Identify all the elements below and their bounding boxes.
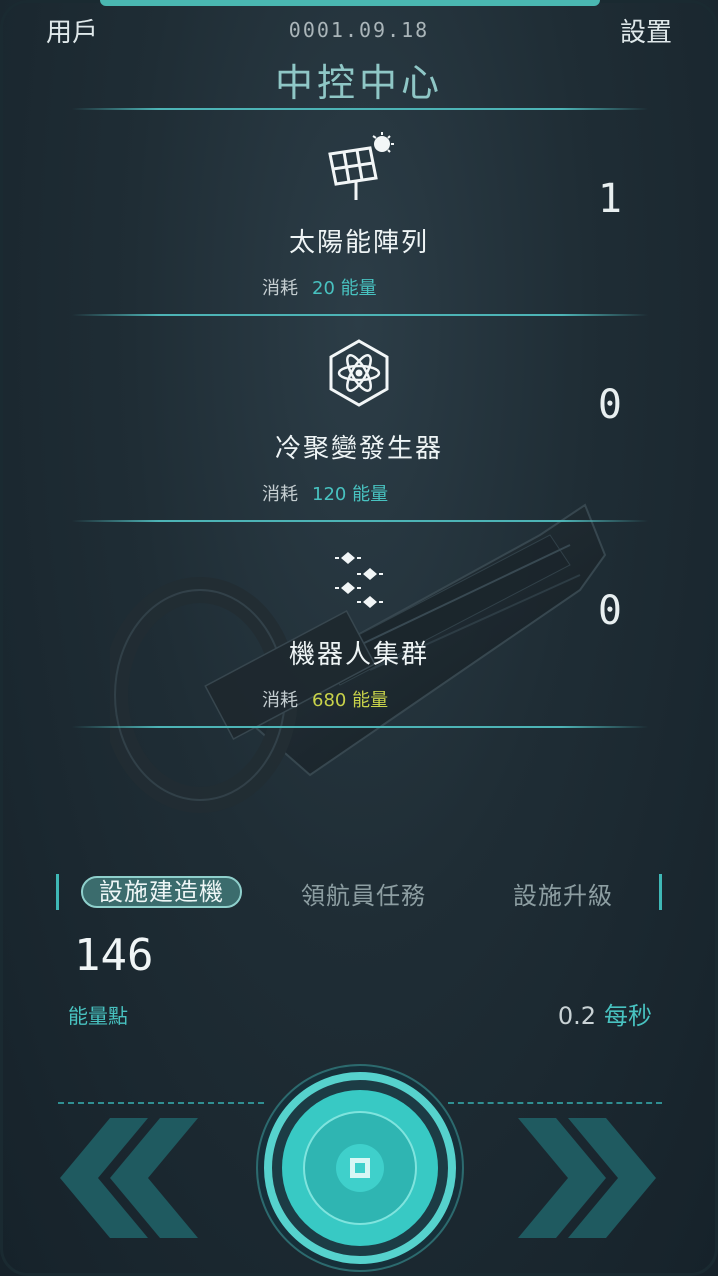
dashed-divider [448, 1102, 662, 1104]
facility-count: 0 [597, 588, 622, 634]
cost-value: 120 能量 [312, 484, 389, 505]
main-action-button[interactable] [254, 1062, 466, 1274]
facility-cost: 消耗 20 能量 [262, 274, 377, 300]
tab-navigator-missions[interactable]: 領航員任務 [301, 876, 426, 911]
energy-rate: 0.2 每秒 [558, 996, 652, 1031]
facility-count: 1 [597, 176, 622, 222]
facility-cost: 消耗 680 能量 [262, 686, 388, 712]
page-title: 中控中心 [274, 61, 443, 105]
facility-name: 機器人集群 [288, 640, 429, 670]
tab-bar: 設施建造機 領航員任務 設施升級 [56, 874, 662, 910]
energy-points-label: 能量點 [68, 1004, 128, 1028]
facility-solar-array[interactable]: 太陽能陣列 消耗 20 能量 1 [0, 110, 718, 316]
cost-value: 20 能量 [312, 278, 377, 299]
settings-button[interactable]: 設置 [620, 12, 672, 49]
top-accent-bar [100, 0, 600, 6]
facility-robot-swarm[interactable]: 機器人集群 消耗 680 能量 0 [0, 522, 718, 728]
tab-facility-upgrade[interactable]: 設施升級 [513, 876, 613, 911]
solar-panel-icon [328, 132, 394, 200]
robot-swarm-icon [335, 552, 383, 608]
cost-label: 消耗 [262, 278, 298, 299]
facility-name: 冷聚變發生器 [274, 434, 443, 464]
facility-cost: 消耗 120 能量 [262, 480, 388, 506]
atom-icon [329, 339, 389, 407]
cost-value: 680 能量 [312, 690, 389, 711]
tab-facility-builder[interactable]: 設施建造機 [81, 876, 242, 908]
energy-rate-unit: 每秒 [604, 1002, 652, 1030]
facility-fusion-generator[interactable]: 冷聚變發生器 消耗 120 能量 0 [0, 316, 718, 522]
energy-rate-value: 0.2 [557, 1002, 596, 1030]
facility-count: 0 [597, 382, 622, 428]
game-date: 0001.09.18 [288, 18, 430, 42]
dashed-divider [58, 1102, 264, 1104]
energy-points-value: 146 [74, 930, 154, 981]
facility-name: 太陽能陣列 [288, 228, 429, 258]
previous-arrow-icon[interactable] [60, 1118, 210, 1238]
cost-label: 消耗 [262, 690, 298, 711]
cost-label: 消耗 [262, 484, 298, 505]
next-arrow-icon[interactable] [506, 1118, 656, 1238]
divider [72, 726, 648, 728]
